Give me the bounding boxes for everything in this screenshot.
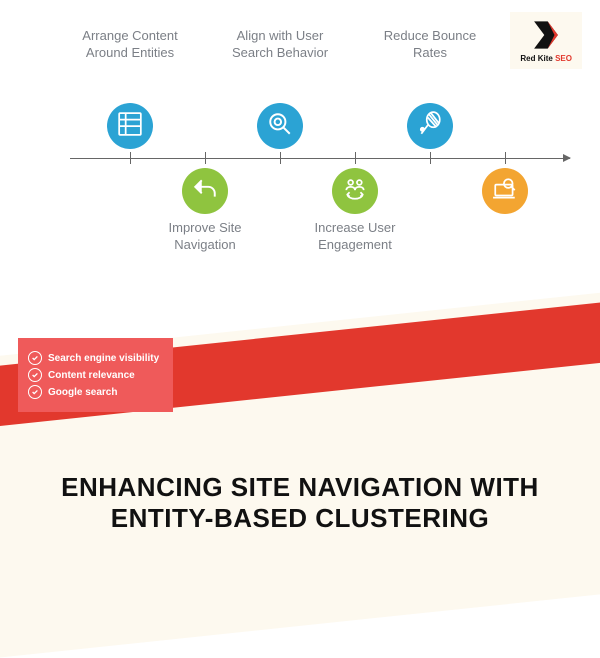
check-icon: [28, 368, 42, 382]
feature-badge: Content relevance: [28, 368, 159, 382]
timeline-node-label: Arrange Content Around Entities: [70, 28, 190, 62]
main-headline: ENHANCING SITE NAVIGATION WITH ENTITY-BA…: [0, 472, 600, 534]
feature-badge-label: Search engine visibility: [48, 353, 159, 364]
feature-badges: Search engine visibility Content relevan…: [18, 338, 173, 412]
timeline-tick: [355, 152, 356, 164]
feature-badge-label: Google search: [48, 387, 117, 398]
back-arrow-icon: [192, 176, 218, 207]
timeline-node: [257, 103, 303, 149]
feature-badge: Google search: [28, 385, 159, 399]
timeline-tick: [280, 152, 281, 164]
laptop-search-icon: [492, 176, 518, 207]
timeline-node: [182, 168, 228, 214]
timeline-tick: [430, 152, 431, 164]
timeline-node-label: Align with User Search Behavior: [220, 28, 340, 62]
timeline-node: [407, 103, 453, 149]
timeline-tick: [205, 152, 206, 164]
timeline-tick: [505, 152, 506, 164]
timeline-node-label: Reduce Bounce Rates: [370, 28, 490, 62]
grid-icon: [117, 111, 143, 142]
feature-badge-label: Content relevance: [48, 370, 135, 381]
people-cycle-icon: [342, 176, 368, 207]
check-icon: [28, 351, 42, 365]
racket-icon: [417, 111, 443, 142]
check-icon: [28, 385, 42, 399]
feature-badge: Search engine visibility: [28, 351, 159, 365]
timeline-tick: [130, 152, 131, 164]
timeline-node: [482, 168, 528, 214]
timeline-node: [332, 168, 378, 214]
timeline: Arrange Content Around Entities Improve S…: [70, 28, 570, 288]
timeline-node-label: Improve Site Navigation: [145, 220, 265, 254]
timeline-node: [107, 103, 153, 149]
timeline-node-label: Increase User Engagement: [295, 220, 415, 254]
timeline-axis: [70, 158, 570, 159]
magnify-icon: [267, 111, 293, 142]
